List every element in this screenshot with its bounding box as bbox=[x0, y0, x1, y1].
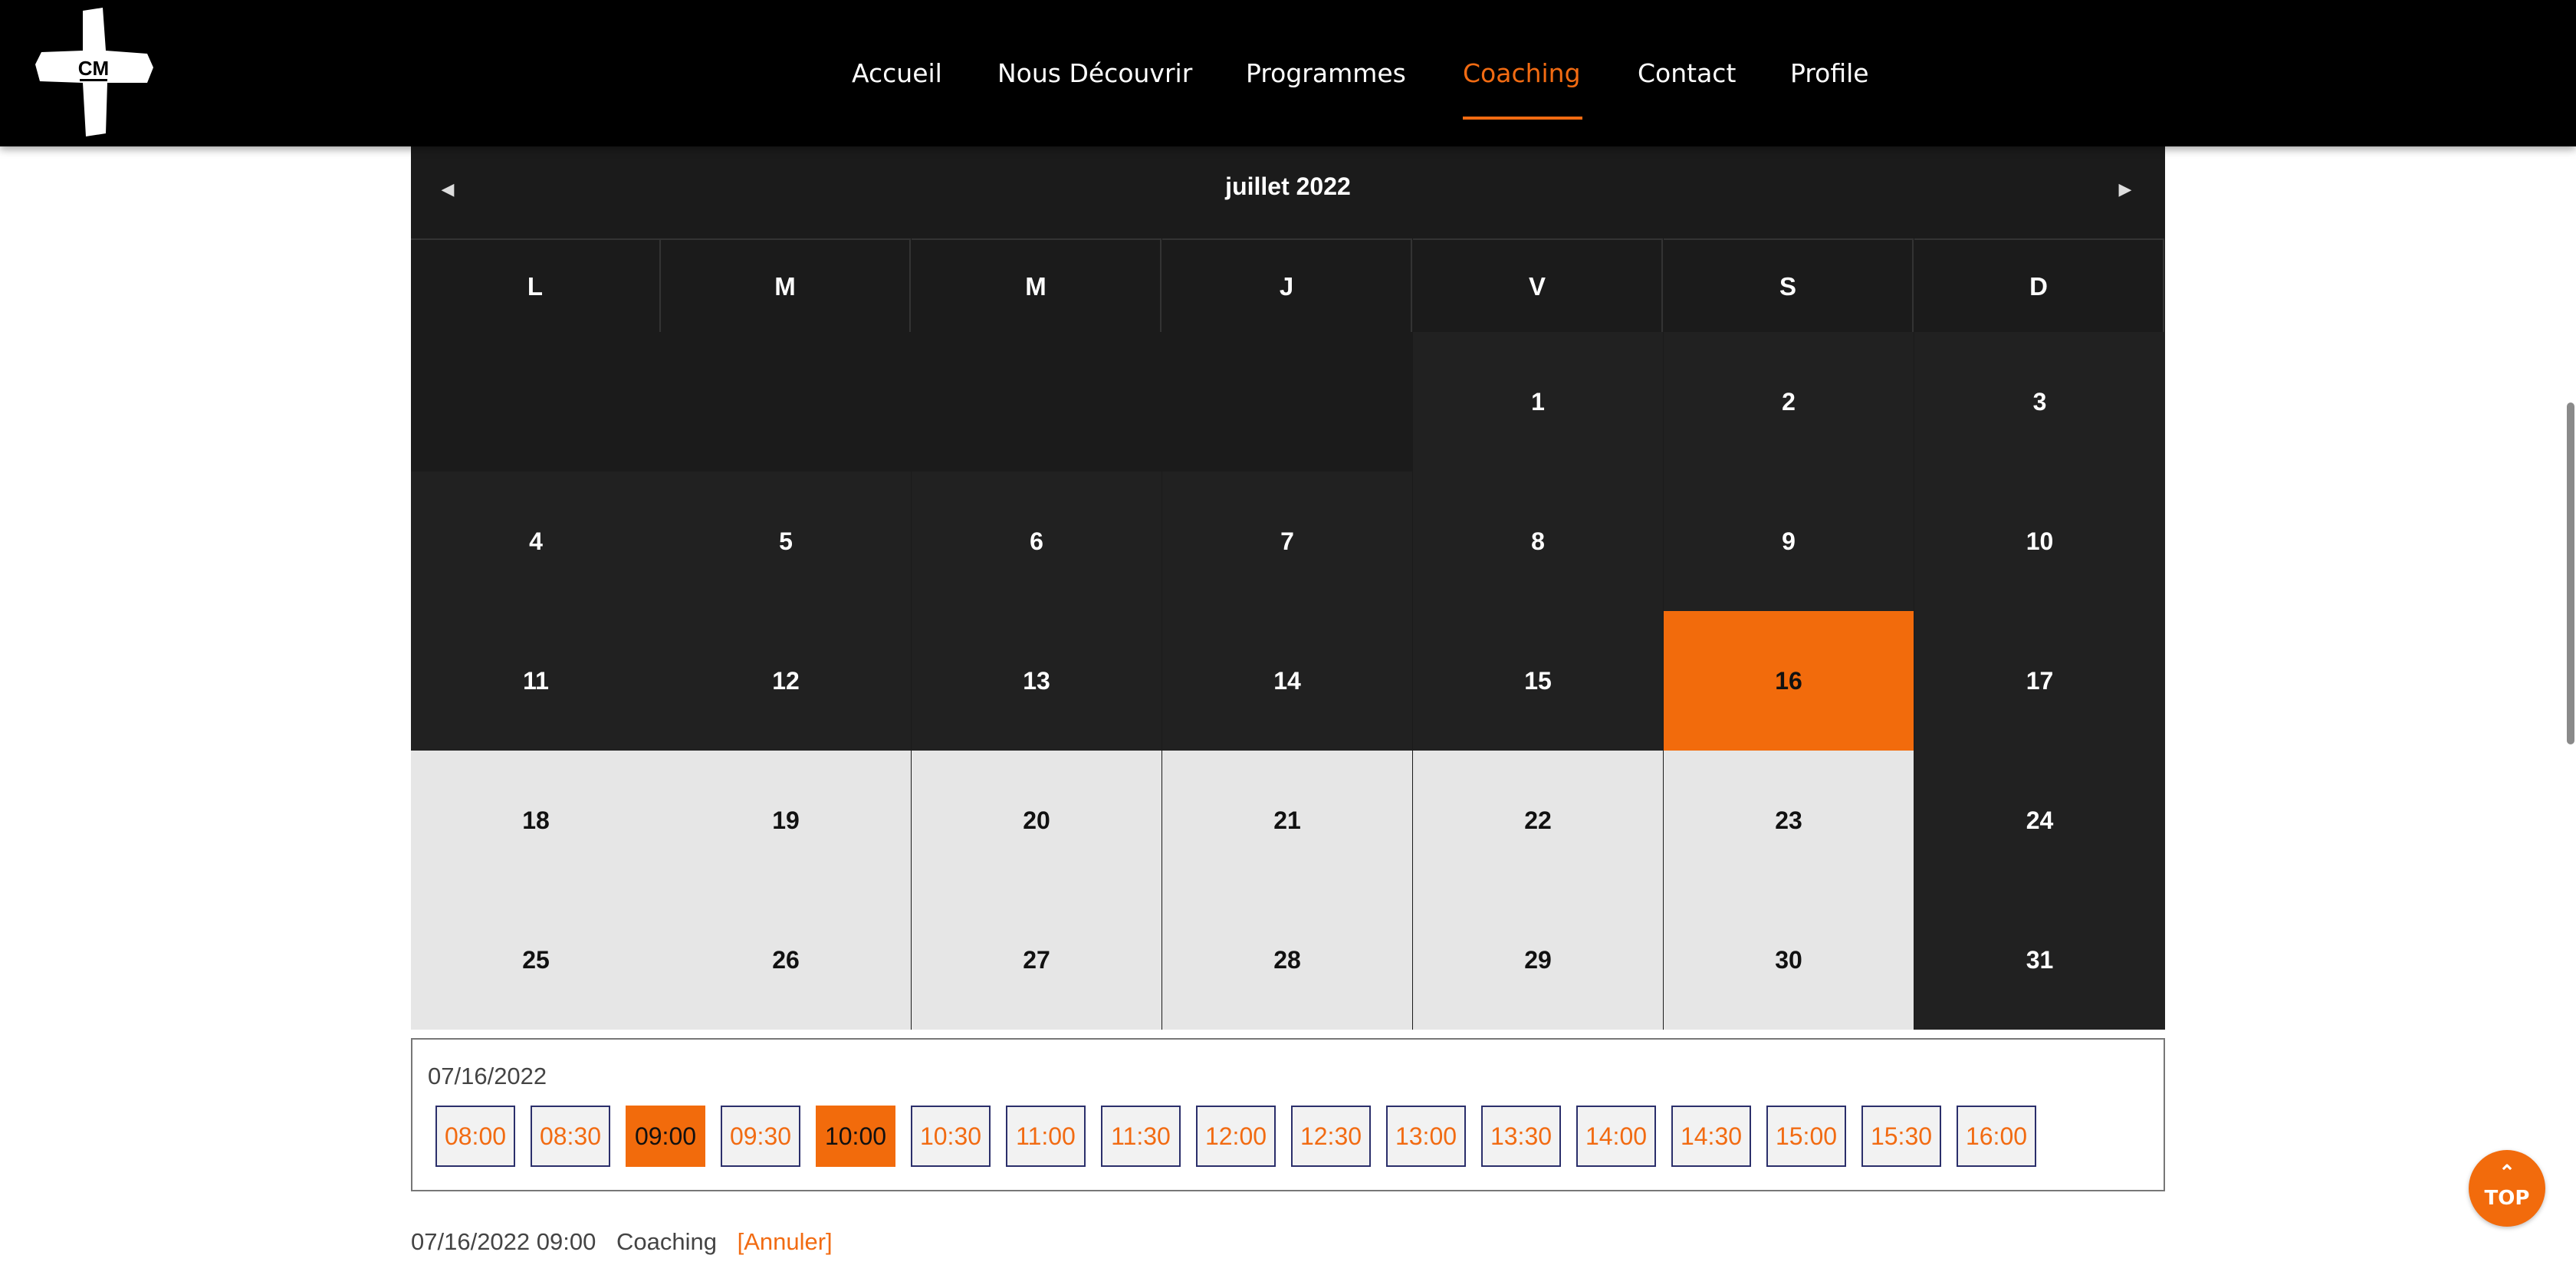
weekday-label: M bbox=[661, 238, 911, 332]
calendar-day[interactable]: 31 bbox=[1914, 890, 2165, 1030]
back-to-top-button[interactable]: ⌃ TOP bbox=[2469, 1150, 2545, 1227]
nav-nous-decouvrir[interactable]: Nous Découvrir bbox=[997, 57, 1192, 90]
calendar-day[interactable]: 14 bbox=[1162, 611, 1412, 751]
nav-contact[interactable]: Contact bbox=[1638, 57, 1736, 90]
active-nav-underline bbox=[1463, 117, 1582, 120]
main-nav: Accueil Nous Découvrir Programmes Coachi… bbox=[0, 0, 2576, 146]
calendar-day-grid: 1 2 3 4 5 6 7 8 9 10 11 12 13 14 15 16 1… bbox=[411, 332, 2165, 1030]
calendar-day[interactable]: 23 bbox=[1664, 751, 1914, 890]
calendar-day[interactable]: 21 bbox=[1162, 751, 1412, 890]
calendar-day[interactable]: 13 bbox=[912, 611, 1162, 751]
calendar-day[interactable]: 25 bbox=[411, 890, 661, 1030]
calendar-day[interactable]: 17 bbox=[1914, 611, 2165, 751]
slots-date: 07/16/2022 bbox=[428, 1063, 547, 1089]
calendar-day[interactable]: 26 bbox=[661, 890, 911, 1030]
time-slot[interactable]: 16:00 bbox=[1957, 1106, 2036, 1167]
nav-profile[interactable]: Profile bbox=[1790, 57, 1869, 90]
time-slots-panel: 07/16/2022 08:00 08:30 09:00 09:30 10:00… bbox=[411, 1038, 2165, 1191]
weekday-label: V bbox=[1413, 238, 1663, 332]
double-chevron-up-icon: ⌃ bbox=[2499, 1161, 2515, 1184]
weekday-label: S bbox=[1664, 238, 1914, 332]
time-slot[interactable]: 11:30 bbox=[1101, 1106, 1181, 1167]
caret-right-icon[interactable]: ▶ bbox=[2110, 174, 2141, 205]
calendar-day[interactable]: 9 bbox=[1664, 472, 1914, 611]
weekday-header-row: L M M J V S D bbox=[411, 238, 2165, 332]
calendar-day[interactable]: 3 bbox=[1914, 332, 2165, 472]
time-slot[interactable]: 15:30 bbox=[1861, 1106, 1941, 1167]
time-slot[interactable]: 11:00 bbox=[1006, 1106, 1086, 1167]
scrollbar-thumb[interactable] bbox=[2567, 402, 2574, 744]
time-slot-booked[interactable]: 09:00 bbox=[626, 1106, 705, 1167]
time-slot[interactable]: 15:00 bbox=[1766, 1106, 1846, 1167]
booking-entry: 07/16/2022 09:00 Coaching [Annuler] bbox=[411, 1228, 846, 1256]
booking-type: Coaching bbox=[616, 1228, 717, 1255]
top-navbar: CM Accueil Nous Découvrir Programmes Coa… bbox=[0, 0, 2576, 146]
calendar-day[interactable]: 28 bbox=[1162, 890, 1412, 1030]
booking-datetime: 07/16/2022 09:00 bbox=[411, 1228, 596, 1255]
nav-accueil[interactable]: Accueil bbox=[852, 57, 942, 90]
calendar-header: ◀ juillet 2022 ▶ bbox=[411, 146, 2165, 238]
time-slot[interactable]: 08:30 bbox=[531, 1106, 610, 1167]
calendar-month-title: juillet 2022 bbox=[1225, 172, 1351, 200]
calendar-day[interactable]: 7 bbox=[1162, 472, 1412, 611]
weekday-label: L bbox=[411, 238, 661, 332]
calendar: ◀ juillet 2022 ▶ L M M J V S D 1 2 3 4 5… bbox=[411, 146, 2165, 1030]
calendar-day[interactable]: 4 bbox=[411, 472, 661, 611]
calendar-day[interactable]: 29 bbox=[1413, 890, 1663, 1030]
calendar-day[interactable]: 5 bbox=[661, 472, 911, 611]
nav-coaching[interactable]: Coaching bbox=[1463, 57, 1581, 90]
weekday-label: M bbox=[912, 238, 1162, 332]
calendar-day[interactable]: 19 bbox=[661, 751, 911, 890]
time-slot[interactable]: 08:00 bbox=[435, 1106, 515, 1167]
calendar-day[interactable]: 6 bbox=[912, 472, 1162, 611]
time-slot[interactable]: 09:30 bbox=[721, 1106, 800, 1167]
time-slot[interactable]: 10:30 bbox=[911, 1106, 991, 1167]
page-scrollbar[interactable] bbox=[2564, 146, 2576, 1265]
calendar-day[interactable]: 1 bbox=[1413, 332, 1663, 472]
time-slot[interactable]: 12:30 bbox=[1291, 1106, 1371, 1167]
time-slot-booked[interactable]: 10:00 bbox=[816, 1106, 895, 1167]
calendar-day-selected[interactable]: 16 bbox=[1664, 611, 1914, 751]
cancel-booking-link[interactable]: [Annuler] bbox=[738, 1228, 833, 1255]
calendar-day[interactable]: 22 bbox=[1413, 751, 1663, 890]
time-slot[interactable]: 14:30 bbox=[1671, 1106, 1751, 1167]
top-button-label: TOP bbox=[2484, 1187, 2530, 1210]
calendar-day[interactable]: 11 bbox=[411, 611, 661, 751]
weekday-label: D bbox=[1914, 238, 2164, 332]
time-slot[interactable]: 12:00 bbox=[1196, 1106, 1276, 1167]
calendar-day[interactable]: 15 bbox=[1413, 611, 1663, 751]
time-slot[interactable]: 13:00 bbox=[1386, 1106, 1466, 1167]
time-slot[interactable]: 14:00 bbox=[1576, 1106, 1656, 1167]
calendar-day[interactable]: 2 bbox=[1664, 332, 1914, 472]
calendar-day[interactable]: 18 bbox=[411, 751, 661, 890]
calendar-day[interactable]: 30 bbox=[1664, 890, 1914, 1030]
time-slot[interactable]: 13:30 bbox=[1481, 1106, 1561, 1167]
calendar-empty-cells bbox=[411, 332, 1413, 472]
nav-programmes[interactable]: Programmes bbox=[1246, 57, 1406, 90]
calendar-day[interactable]: 24 bbox=[1914, 751, 2165, 890]
calendar-day[interactable]: 12 bbox=[661, 611, 911, 751]
calendar-day[interactable]: 27 bbox=[912, 890, 1162, 1030]
weekday-label: J bbox=[1162, 238, 1412, 332]
calendar-day[interactable]: 10 bbox=[1914, 472, 2165, 611]
calendar-day[interactable]: 8 bbox=[1413, 472, 1663, 611]
calendar-day[interactable]: 20 bbox=[912, 751, 1162, 890]
